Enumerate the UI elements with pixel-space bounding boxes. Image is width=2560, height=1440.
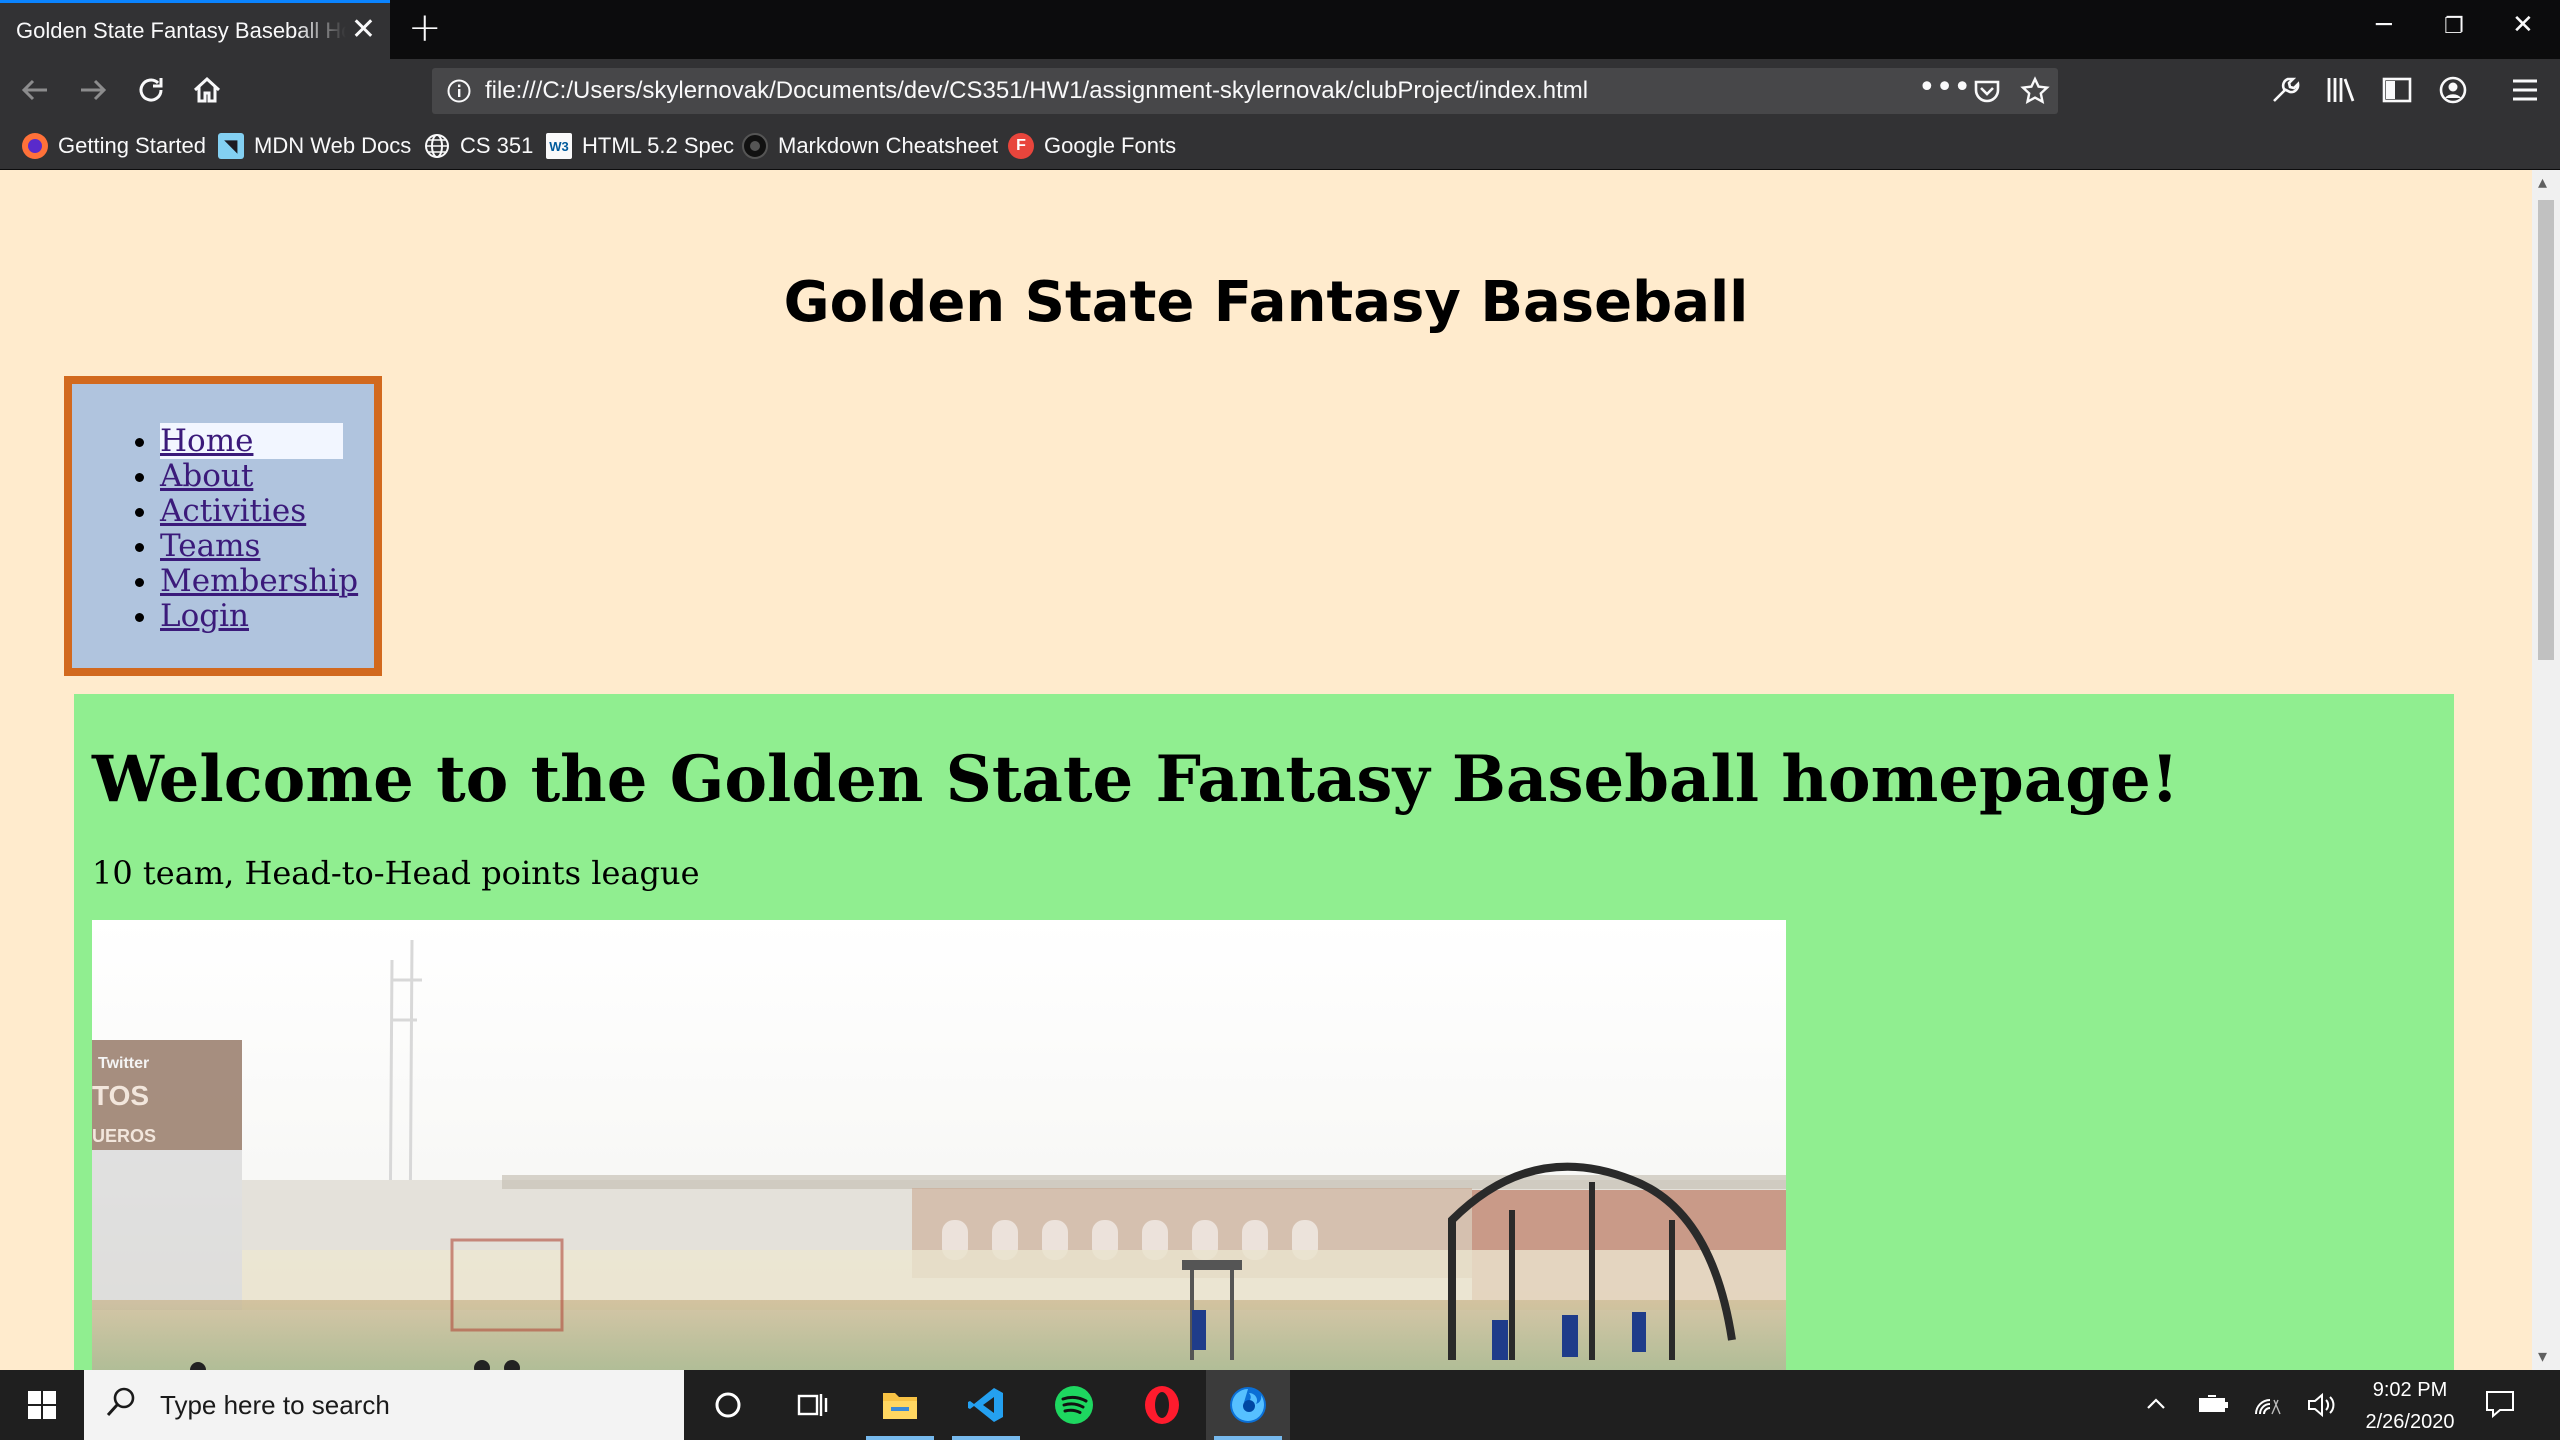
opera-icon[interactable]: [1120, 1370, 1204, 1440]
google-fonts-icon: F: [1008, 133, 1034, 159]
menu-icon[interactable]: [2502, 67, 2548, 113]
scroll-up-icon[interactable]: ▴: [2538, 172, 2547, 193]
url-bar[interactable]: file:///C:/Users/skylernovak/Documents/d…: [432, 68, 2058, 114]
clock-date: 2/26/2020: [2365, 1411, 2455, 1433]
battery-icon[interactable]: [2196, 1392, 2230, 1422]
search-icon: [104, 1385, 138, 1426]
browser-toolbar: file:///C:/Users/skylernovak/Documents/d…: [0, 59, 2560, 122]
site-nav: Home About Activities Teams Membership L…: [64, 376, 382, 676]
new-tab-icon[interactable]: +: [408, 8, 442, 48]
cortana-icon[interactable]: [686, 1370, 770, 1440]
github-icon: [742, 133, 768, 159]
wifi-icon[interactable]: [2252, 1392, 2282, 1424]
search-placeholder: Type here to search: [160, 1389, 390, 1420]
welcome-heading: Welcome to the Golden State Fantasy Base…: [92, 742, 2179, 817]
page-scrollbar[interactable]: ▴ ▾: [2532, 170, 2560, 1370]
bookmark-markdown-cheatsheet[interactable]: Markdown Cheatsheet: [742, 130, 998, 162]
site-title: Golden State Fantasy Baseball: [783, 270, 1749, 335]
vscode-icon[interactable]: [944, 1370, 1028, 1440]
bookmark-google-fonts[interactable]: F Google Fonts: [1008, 130, 1176, 162]
page-actions-icon[interactable]: •••: [1918, 70, 1971, 105]
bookmark-mdn-web-docs[interactable]: ◥ MDN Web Docs: [218, 130, 411, 162]
nav-link-login[interactable]: Login: [160, 598, 249, 634]
pocket-icon[interactable]: [1972, 76, 2002, 110]
nav-link-teams[interactable]: Teams: [160, 528, 260, 564]
file-explorer-indicator: [866, 1436, 934, 1440]
firefox-icon: [22, 133, 48, 159]
volume-icon[interactable]: [2306, 1392, 2336, 1424]
back-icon[interactable]: [12, 67, 58, 113]
browser-tab[interactable]: Golden State Fantasy Baseball Homepage ✕: [0, 0, 390, 59]
site-info-icon[interactable]: [446, 78, 472, 108]
clock-time: 9:02 PM: [2372, 1379, 2448, 1401]
close-tab-icon[interactable]: ✕: [351, 15, 376, 45]
nav-link-membership[interactable]: Membership: [160, 563, 358, 599]
nav-item-about: About: [160, 459, 358, 494]
nav-item-activities: Activities: [160, 494, 358, 529]
nav-link-home[interactable]: Home: [160, 423, 344, 459]
nav-item-login: Login: [160, 599, 358, 634]
system-clock[interactable]: 9:02 PM 2/26/2020: [2340, 1374, 2480, 1438]
firefox-indicator: [1214, 1436, 1282, 1440]
page-viewport: Golden State Fantasy Baseball Home About…: [0, 170, 2532, 1370]
nav-item-home: Home: [160, 423, 358, 459]
nav-item-teams: Teams: [160, 529, 358, 564]
w3c-icon: W3: [546, 133, 572, 159]
bookmark-getting-started[interactable]: Getting Started: [22, 130, 206, 162]
url-text: file:///C:/Users/skylernovak/Documents/d…: [485, 77, 1589, 104]
nav-link-activities[interactable]: Activities: [160, 493, 306, 529]
forward-icon[interactable]: [70, 67, 116, 113]
scroll-down-icon[interactable]: ▾: [2538, 1346, 2547, 1367]
bookmark-html-spec[interactable]: W3 HTML 5.2 Spec: [546, 130, 734, 162]
globe-icon: [424, 133, 450, 159]
league-subtitle: 10 team, Head-to-Head points league: [92, 854, 700, 892]
show-hidden-icons-icon[interactable]: [2144, 1392, 2168, 1422]
tab-title: Golden State Fantasy Baseball Homepage: [16, 18, 346, 43]
home-icon[interactable]: [184, 67, 230, 113]
minimize-icon[interactable]: ─: [2376, 10, 2392, 40]
close-window-icon[interactable]: ✕: [2512, 10, 2534, 40]
browser-tab-bar: Golden State Fantasy Baseball Homepage ✕…: [0, 0, 2560, 59]
account-icon[interactable]: [2430, 67, 2476, 113]
main-content: Welcome to the Golden State Fantasy Base…: [74, 694, 2454, 1370]
restore-icon[interactable]: ❐: [2444, 14, 2464, 39]
spotify-icon[interactable]: [1032, 1370, 1116, 1440]
file-explorer-icon[interactable]: [858, 1370, 942, 1440]
photo-sign-ueros: UEROS: [92, 1126, 156, 1146]
firefox-taskbar-icon[interactable]: [1206, 1370, 1290, 1440]
taskbar-search[interactable]: Type here to search: [84, 1370, 684, 1440]
notifications-icon[interactable]: [2484, 1388, 2516, 1426]
mdn-icon: ◥: [218, 133, 244, 159]
wrench-icon[interactable]: [2262, 67, 2308, 113]
vscode-indicator: [952, 1436, 1020, 1440]
library-icon[interactable]: [2318, 67, 2364, 113]
windows-taskbar: Type here to search 9:02 PM 2/26/2020: [0, 1370, 2560, 1440]
task-view-icon[interactable]: [770, 1370, 854, 1440]
nav-item-membership: Membership: [160, 564, 358, 599]
bookmarks-toolbar: Getting Started ◥ MDN Web Docs CS 351 W3…: [0, 122, 2560, 170]
sidebar-icon[interactable]: [2374, 67, 2420, 113]
scrollbar-thumb[interactable]: [2538, 200, 2554, 660]
reload-icon[interactable]: [128, 67, 174, 113]
photo-sign-tos: TOS: [92, 1080, 149, 1111]
nav-link-about[interactable]: About: [160, 458, 253, 494]
photo-sign-twitter: Twitter: [98, 1055, 149, 1072]
bookmark-star-icon[interactable]: [2020, 76, 2050, 110]
windows-start-icon[interactable]: [0, 1370, 84, 1440]
bookmark-cs-351[interactable]: CS 351: [424, 130, 533, 162]
ballpark-photo: Twitter TOS UEROS: [92, 920, 1786, 1370]
